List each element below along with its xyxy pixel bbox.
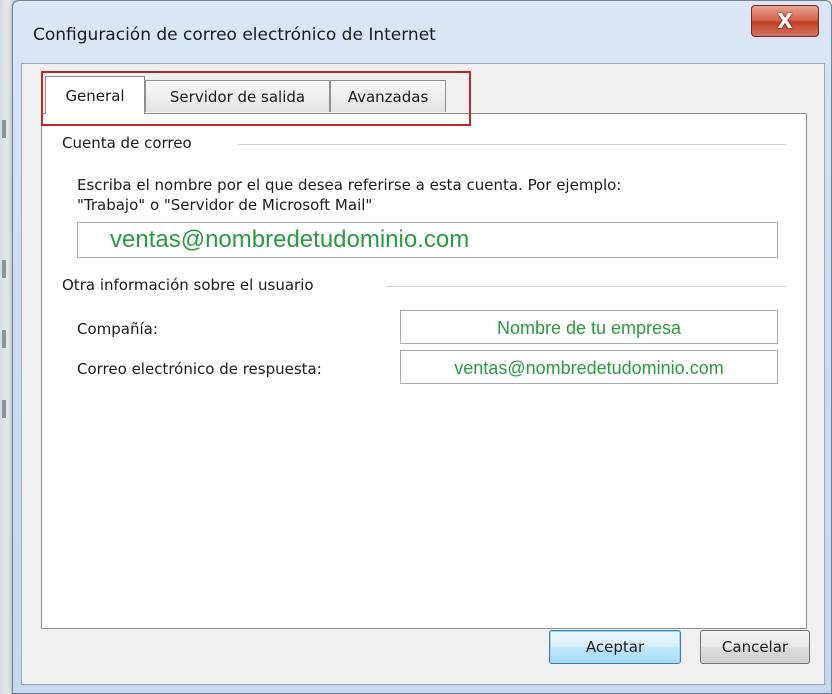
instruction-example: "Trabajo" o "Servidor de Microsoft Mail" [77,196,373,214]
company-label: Compañía: [77,320,158,338]
user-info-group-label: Otra información sobre el usuario [62,276,314,294]
background-mark [2,400,6,418]
background-mark [2,330,6,348]
general-tab-page: Cuenta de correo Escriba el nombre por e… [41,113,807,629]
dialog-body: General Servidor de salida Avanzadas Cue… [21,63,825,685]
window-title: Configuración de correo electrónico de I… [33,25,436,45]
account-name-input[interactable]: ventas@nombredetudominio.com [77,222,778,258]
background-mark [2,120,6,138]
reply-email-input[interactable]: ventas@nombredetudominio.com [400,350,778,384]
close-icon: X [777,9,793,33]
group-divider [238,144,786,145]
group-divider [386,286,786,287]
close-button[interactable]: X [751,5,819,37]
background-mark [2,260,6,278]
instruction-text: Escriba el nombre por el que desea refer… [77,176,622,194]
tab-general[interactable]: General [45,76,145,114]
tab-advanced[interactable]: Avanzadas [330,80,446,112]
reply-email-label: Correo electrónico de respuesta: [77,360,322,378]
account-group-label: Cuenta de correo [62,134,192,152]
internet-email-settings-dialog: Configuración de correo electrónico de I… [12,0,832,694]
title-bar[interactable]: Configuración de correo electrónico de I… [13,1,831,67]
tab-outgoing-server[interactable]: Servidor de salida [145,80,330,112]
cancel-button[interactable]: Cancelar [700,630,810,664]
company-input[interactable]: Nombre de tu empresa [400,310,778,344]
ok-button[interactable]: Aceptar [549,630,681,664]
